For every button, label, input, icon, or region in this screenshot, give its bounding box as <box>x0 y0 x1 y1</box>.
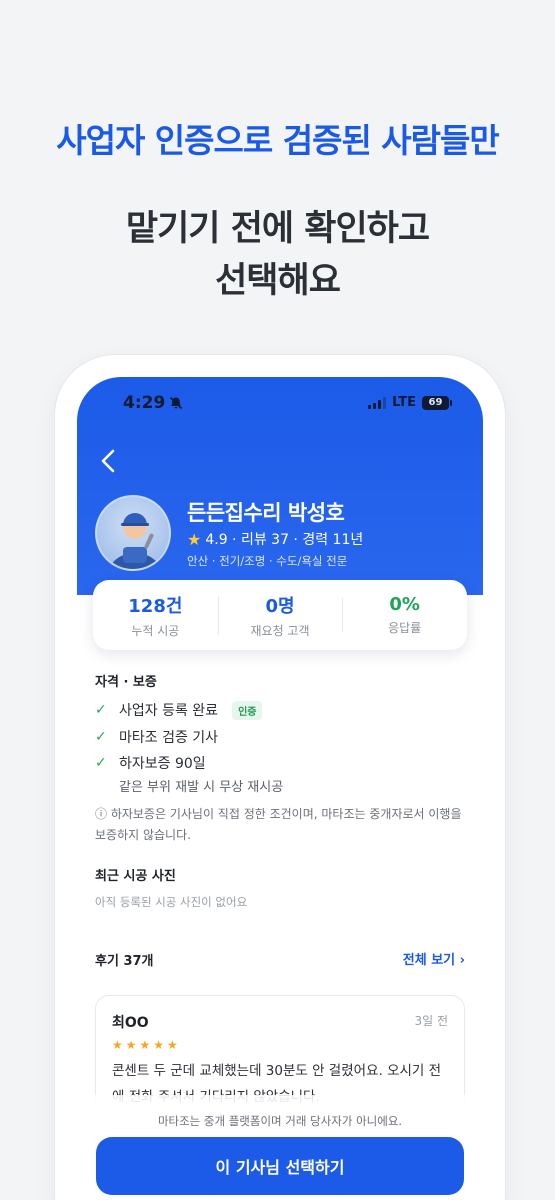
review-stars: ★★★★★ <box>112 1038 181 1052</box>
star-icon: ★ <box>187 529 202 549</box>
network-type: LTE <box>392 395 416 410</box>
stat-value: 0% <box>389 594 420 615</box>
bell-muted-icon <box>169 395 183 414</box>
back-icon[interactable] <box>101 449 115 477</box>
stat-total-jobs: 128건 누적 시공 <box>93 592 218 639</box>
verified-badge: 인증 <box>232 700 263 720</box>
reviewer-name: 최OO <box>112 1015 149 1031</box>
qualifications-title: 자격 · 보증 <box>95 675 157 690</box>
platform-disclaimer: 마타조는 중개 플랫폼이며 거래 당사자가 아니에요. <box>157 1114 403 1128</box>
stat-value: 0명 <box>265 595 295 617</box>
review-date: 3일 전 <box>414 1014 448 1028</box>
warranty-disclaimer: ⓘ 하자보증은 기사님이 직접 정한 조건이며, 마타조는 중개자로서 이행을 … <box>95 807 462 842</box>
check-icon: ✓ <box>95 729 107 745</box>
stat-repeat-requests: 0명 재요청 고객 <box>217 592 343 639</box>
qualification-item: ✓ 사업자 등록 완료 인증 <box>95 700 263 720</box>
reviews-title: 후기 37개 <box>95 954 154 969</box>
rating-row: ★ 4.9 · 리뷰 37 · 경력 11년 <box>187 529 363 549</box>
select-technician-button[interactable]: 이 기사님 선택하기 <box>96 1137 464 1195</box>
check-icon: ✓ <box>95 702 107 718</box>
specialty-text: 안산 · 전기/조명 · 수도/욕실 전문 <box>187 554 348 568</box>
technician-name: 든든집수리 박성호 <box>187 501 345 525</box>
stat-label: 응답률 <box>388 621 422 635</box>
view-all-reviews-link[interactable]: 전체 보기 › <box>403 949 465 968</box>
phone-screen: 4:29 LTE 69 든든집수리 박성호 ★ 4.9 · 리뷰 37 · 경력… <box>77 377 483 1200</box>
check-icon: ✓ <box>95 755 107 771</box>
status-time: 4:29 <box>123 393 166 413</box>
qualification-label: 사업자 등록 완료 <box>119 703 219 719</box>
stat-value: 128건 <box>128 595 183 617</box>
qualification-item: ✓ 하자보증 90일 <box>95 753 206 773</box>
promo-headline: 사업자 인증으로 검증된 사람들만 <box>56 121 500 160</box>
stats-card: 128건 누적 시공 0명 재요청 고객 0% 응답률 <box>93 580 467 650</box>
status-indicators: LTE 69 <box>368 395 452 410</box>
rating-meta: 4.9 · 리뷰 37 · 경력 11년 <box>205 532 364 548</box>
warranty-note: 같은 부위 재발 시 무상 재시공 <box>119 780 284 795</box>
photos-title: 최근 시공 사진 <box>95 869 176 884</box>
promo-subheadline-1: 맡기기 전에 확인하고 <box>125 209 430 249</box>
battery-icon: 69 <box>422 395 452 410</box>
signal-icon <box>368 396 387 409</box>
stat-label: 재요청 고객 <box>250 623 310 638</box>
stat-response-rate: 0% 응답률 <box>342 594 467 636</box>
avatar <box>95 495 171 571</box>
qualification-label: 마타조 검증 기사 <box>119 730 219 746</box>
qualification-item: ✓ 마타조 검증 기사 <box>95 727 218 747</box>
promo-subheadline-2: 선택해요 <box>215 261 341 301</box>
qualification-label: 하자보증 90일 <box>119 756 206 772</box>
photos-empty-text: 아직 등록된 시공 사진이 없어요 <box>95 895 248 909</box>
stat-label: 누적 시공 <box>131 623 180 638</box>
